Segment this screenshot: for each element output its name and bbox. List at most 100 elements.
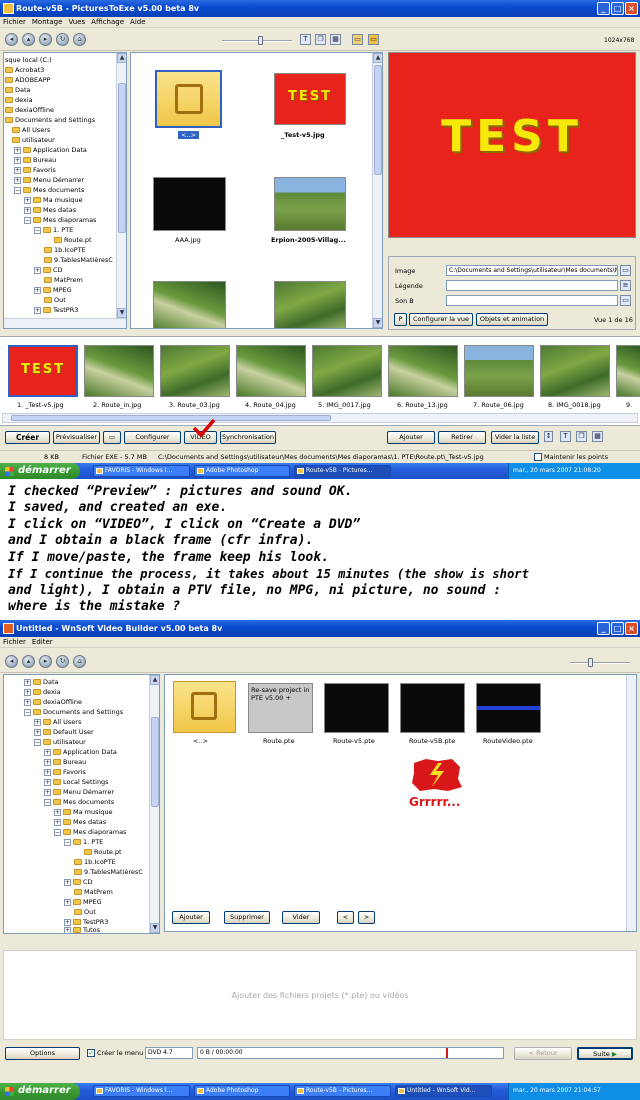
vb-folder-tree[interactable]: + Data + dexia + dexiaOffline − Documents an…: [3, 674, 160, 934]
tree-item[interactable]: − Mes documents: [44, 797, 114, 807]
grid-icon[interactable]: ▦: [330, 34, 341, 45]
back-button[interactable]: < Retour: [514, 1047, 572, 1060]
start-button[interactable]: démarrer: [0, 1083, 80, 1100]
menu-fichier[interactable]: Fichier: [0, 17, 29, 28]
tree-item[interactable]: + Default User: [34, 727, 94, 737]
nav-up-icon[interactable]: ▴: [22, 33, 35, 46]
expand-icon[interactable]: +: [34, 729, 41, 736]
expand-icon[interactable]: +: [24, 197, 31, 204]
pte-file-browser[interactable]: <..> TEST _Test-v5.jpg AAA.jpg Erpion-20…: [130, 52, 383, 329]
add-button[interactable]: Ajouter: [172, 911, 210, 924]
taskbar-item[interactable]: Untitled - WnSoft Vid...: [395, 1085, 492, 1097]
expand-icon[interactable]: +: [14, 147, 21, 154]
nav-up-icon[interactable]: ▴: [22, 655, 35, 668]
remove-button[interactable]: Retirer: [438, 431, 486, 444]
tree-item[interactable]: + Menu Démarrer: [44, 787, 114, 797]
collapse-icon[interactable]: −: [34, 227, 41, 234]
landscape-thumb[interactable]: [274, 177, 346, 231]
tree-item[interactable]: + Menu Démarrer: [14, 175, 84, 185]
taskbar-item[interactable]: FAVORIS - Windows I...: [93, 465, 190, 477]
home-icon[interactable]: ⌂: [73, 655, 86, 668]
collapse-icon[interactable]: −: [34, 739, 41, 746]
nav-forward-icon[interactable]: ▸: [39, 655, 52, 668]
tree-item[interactable]: utilisateur: [12, 135, 55, 145]
expand-icon[interactable]: +: [44, 779, 51, 786]
expand-icon[interactable]: +: [14, 157, 21, 164]
expand-icon[interactable]: +: [44, 769, 51, 776]
tree-item[interactable]: − Documents and Settings: [24, 707, 123, 717]
strip-slide-thumb[interactable]: [464, 345, 534, 397]
refresh-icon[interactable]: ↻: [56, 655, 69, 668]
tree-item[interactable]: dexiaOffline: [5, 105, 54, 115]
tree-item[interactable]: Out: [74, 907, 96, 917]
strip-slide-thumb[interactable]: [616, 345, 640, 397]
tree-item[interactable]: All Users: [12, 125, 50, 135]
collapse-icon[interactable]: −: [44, 799, 51, 806]
prev-button[interactable]: <: [337, 911, 354, 924]
expand-icon[interactable]: +: [44, 789, 51, 796]
text-icon[interactable]: T: [300, 34, 311, 45]
tree-item[interactable]: + Data: [24, 677, 59, 687]
maximize-icon[interactable]: □: [611, 2, 624, 15]
copy-icon[interactable]: ❐: [576, 431, 587, 442]
resave-thumb[interactable]: Re-save project in PTE v5.00 +: [248, 683, 313, 733]
objects-animation-button[interactable]: Objets et animation: [476, 313, 548, 326]
collapse-icon[interactable]: −: [14, 187, 21, 194]
project-list[interactable]: Ajouter des fichiers projets (*.pte) ou …: [3, 950, 637, 1040]
tree-item[interactable]: + TestPR3: [34, 305, 78, 315]
expand-icon[interactable]: +: [44, 759, 51, 766]
tree-item[interactable]: + dexia: [24, 687, 61, 697]
tree-item[interactable]: + Tutos: [64, 925, 100, 933]
strip-slide-thumb[interactable]: [160, 345, 230, 397]
video-thumb[interactable]: [476, 683, 541, 733]
folder-icon[interactable]: ▭: [368, 34, 379, 45]
expand-icon[interactable]: +: [24, 699, 31, 706]
tree-item[interactable]: − Mes documents: [14, 185, 84, 195]
folder-up-thumb[interactable]: [173, 681, 236, 733]
tree-item[interactable]: 1b.IcoPTE: [74, 857, 116, 867]
nav-forward-icon[interactable]: ▸: [39, 33, 52, 46]
collapse-icon[interactable]: −: [54, 829, 61, 836]
menu-vues[interactable]: Vues: [65, 17, 88, 28]
tree-item[interactable]: − Mes diaporamas: [24, 215, 96, 225]
strip-scroll-thumb[interactable]: [11, 415, 331, 421]
vb-title-bar[interactable]: Untitled - WnSoft Video Builder v5.00 be…: [0, 620, 640, 637]
tree-item[interactable]: Documents and Settings: [5, 115, 95, 125]
tree-item[interactable]: ADOBEAPP: [5, 75, 50, 85]
nav-back-icon[interactable]: ◂: [5, 33, 18, 46]
scroll-down-icon[interactable]: ▼: [117, 308, 126, 318]
tree-item[interactable]: Acrobat3: [5, 65, 44, 75]
next-button[interactable]: >: [358, 911, 375, 924]
tree-item[interactable]: + dexiaOffline: [24, 697, 82, 707]
scroll-up-icon[interactable]: ▲: [117, 53, 126, 63]
strip-slide-thumb[interactable]: [540, 345, 610, 397]
taskbar-item[interactable]: Route-v5B - Pictures...: [294, 465, 391, 477]
strip-slide-thumb[interactable]: [84, 345, 154, 397]
tree-item[interactable]: 1b.IcoPTE: [44, 245, 86, 255]
copy-icon[interactable]: ❐: [315, 34, 326, 45]
black-thumb[interactable]: [324, 683, 389, 733]
clear-list-button[interactable]: Vider la liste: [491, 431, 539, 444]
configure-view-button[interactable]: Configurer la vue: [409, 313, 473, 326]
pte-title-bar[interactable]: Route-v5B - PicturesToExe v5.00 beta 8v …: [0, 0, 640, 17]
thumb-size-slider-thumb[interactable]: [258, 36, 263, 45]
tree-item[interactable]: Data: [5, 85, 31, 95]
tree-item[interactable]: + Ma musique: [24, 195, 83, 205]
black-thumb[interactable]: [400, 683, 465, 733]
tree-scrollbar[interactable]: ▲ ▼: [116, 53, 126, 318]
delete-button[interactable]: Supprimer: [224, 911, 270, 924]
expand-icon[interactable]: +: [54, 819, 61, 826]
menu-montage[interactable]: Montage: [29, 17, 66, 28]
taskbar-item[interactable]: Adobe Photoshop: [194, 1085, 290, 1097]
configure-button[interactable]: Configurer: [124, 431, 181, 444]
create-button[interactable]: Créer: [5, 431, 50, 444]
tree-item[interactable]: − utilisateur: [34, 737, 86, 747]
tree-item[interactable]: + Local Settings: [44, 777, 109, 787]
image-path-field[interactable]: C:\Documents and Settings\utilisateur\Me…: [446, 265, 618, 276]
pte-folder-tree[interactable]: sque local (C:) Acrobat3 ADOBEAPP Data d…: [3, 52, 127, 329]
expand-icon[interactable]: +: [24, 679, 31, 686]
strip-slide-thumb[interactable]: TEST: [8, 345, 78, 397]
test-thumb[interactable]: TEST: [274, 73, 346, 125]
collapse-icon[interactable]: −: [24, 217, 31, 224]
add-button[interactable]: Ajouter: [387, 431, 435, 444]
